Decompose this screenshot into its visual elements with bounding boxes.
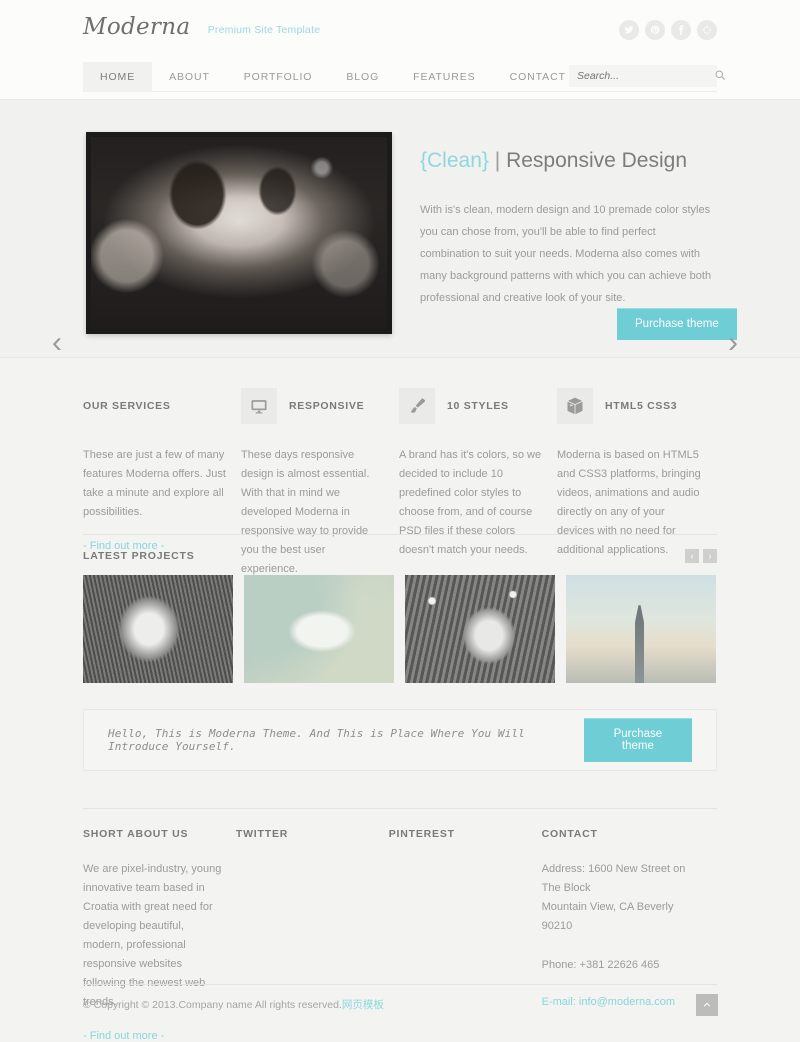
dribbble-icon[interactable] (697, 20, 717, 40)
copyright-divider (83, 984, 717, 985)
facebook-icon[interactable] (671, 20, 691, 40)
box-icon (557, 388, 593, 424)
hero-title-highlight: {Clean} (420, 149, 489, 172)
search-input[interactable] (577, 70, 714, 82)
callout-banner: Hello, This is Moderna Theme. And This i… (83, 709, 717, 771)
footer-divider (83, 808, 717, 809)
find-out-more-link-footer[interactable]: - Find out more - (83, 1030, 164, 1042)
copyright-cn-link[interactable]: 网页模板 (342, 999, 384, 1011)
back-to-top-button[interactable] (696, 994, 718, 1016)
main-navigation: HOME ABOUT PORTFOLIO BLOG FEATURES CONTA… (83, 62, 725, 92)
service-title: OUR SERVICES (83, 400, 171, 412)
footer-about-text: We are pixel-industry, young innovative … (83, 863, 222, 1008)
callout-text: Hello, This is Moderna Theme. And This i… (108, 727, 525, 753)
hero-image-frame (86, 132, 392, 334)
footer-contact-email[interactable]: E-mail: info@moderna.com (542, 996, 675, 1008)
pinterest-icon[interactable] (645, 20, 665, 40)
footer-column-pinterest: PINTEREST (389, 828, 542, 1042)
purchase-theme-button-callout[interactable]: Purchase theme (583, 718, 692, 762)
purchase-theme-button-hero[interactable]: Purchase theme (617, 308, 737, 340)
project-thumb-headdress[interactable] (405, 575, 555, 683)
hero-description: With is's clean, modern design and 10 pr… (420, 204, 712, 304)
hero-slider: {Clean} | Responsive Design With is's cl… (0, 100, 800, 358)
page-root: Moderna Moderna Premium Site Template HO… (0, 0, 800, 1042)
footer-heading-contact: CONTACT (541, 828, 598, 840)
site-logo[interactable]: Moderna (83, 14, 190, 40)
hero-prev-arrow[interactable]: ‹ (52, 328, 62, 358)
service-title: 10 STYLES (447, 400, 509, 412)
search-icon[interactable] (714, 69, 726, 84)
footer-heading-pinterest: PINTEREST (388, 828, 455, 840)
service-title: HTML5 CSS3 (605, 400, 678, 412)
twitter-icon[interactable] (619, 20, 639, 40)
project-thumb-city-skyline[interactable] (566, 575, 716, 683)
projects-prev-button[interactable]: ‹ (685, 549, 699, 563)
service-title: RESPONSIVE (289, 400, 365, 412)
footer-contact-phone: Phone: +381 22626 465 (541, 959, 660, 971)
copyright-bar: © Copyright © 2013.Company name All righ… (83, 997, 384, 1012)
hero-copy: {Clean} | Responsive Design With is's cl… (420, 146, 715, 309)
project-thumb-girl-in-grass[interactable] (83, 575, 233, 683)
hero-next-arrow[interactable]: › (728, 328, 738, 358)
projects-title: LATEST PROJECTS (83, 550, 195, 562)
service-header: RESPONSIVE (241, 388, 385, 424)
projects-thumb-list (83, 575, 717, 683)
service-header: 10 STYLES (399, 388, 543, 424)
footer-contact-address: Address: 1600 New Street on The Block Mo… (541, 863, 686, 932)
search-box[interactable] (569, 65, 725, 87)
hero-photo-portrait (91, 137, 387, 329)
nav-item-portfolio[interactable]: PORTFOLIO (227, 62, 330, 92)
service-body: These are just a few of many features Mo… (83, 449, 226, 518)
latest-projects-section: LATEST PROJECTS ‹ › (83, 534, 717, 683)
brand-row: Moderna Premium Site Template (83, 14, 717, 56)
footer-heading-about: SHORT ABOUT US (83, 828, 189, 840)
projects-header: LATEST PROJECTS ‹ › (83, 549, 717, 575)
nav-item-home[interactable]: HOME (83, 62, 153, 92)
project-thumb-trust-hand[interactable] (244, 575, 394, 683)
footer-column-contact: CONTACT Address: 1600 New Street on The … (542, 828, 717, 1042)
projects-nav: ‹ › (685, 549, 717, 563)
projects-next-button[interactable]: › (703, 549, 717, 563)
nav-item-blog[interactable]: BLOG (329, 62, 396, 92)
hero-cta-wrap: Purchase theme (617, 308, 737, 340)
service-header: OUR SERVICES (83, 388, 227, 424)
hero-title: {Clean} | Responsive Design (420, 146, 715, 175)
copyright-text: © Copyright © 2013.Company name All righ… (83, 999, 342, 1011)
nav-item-about[interactable]: ABOUT (152, 62, 227, 92)
footer-heading-twitter: TWITTER (235, 828, 289, 840)
paintbrush-icon (399, 388, 435, 424)
projects-divider-top (83, 534, 717, 535)
monitor-icon (241, 388, 277, 424)
service-header: HTML5 CSS3 (557, 388, 701, 424)
nav-item-features[interactable]: FEATURES (396, 62, 492, 92)
hero-title-rest: Responsive Design (506, 149, 687, 172)
social-links (619, 20, 717, 40)
site-tagline: Premium Site Template (207, 23, 321, 36)
hero-title-separator: | (494, 149, 501, 172)
